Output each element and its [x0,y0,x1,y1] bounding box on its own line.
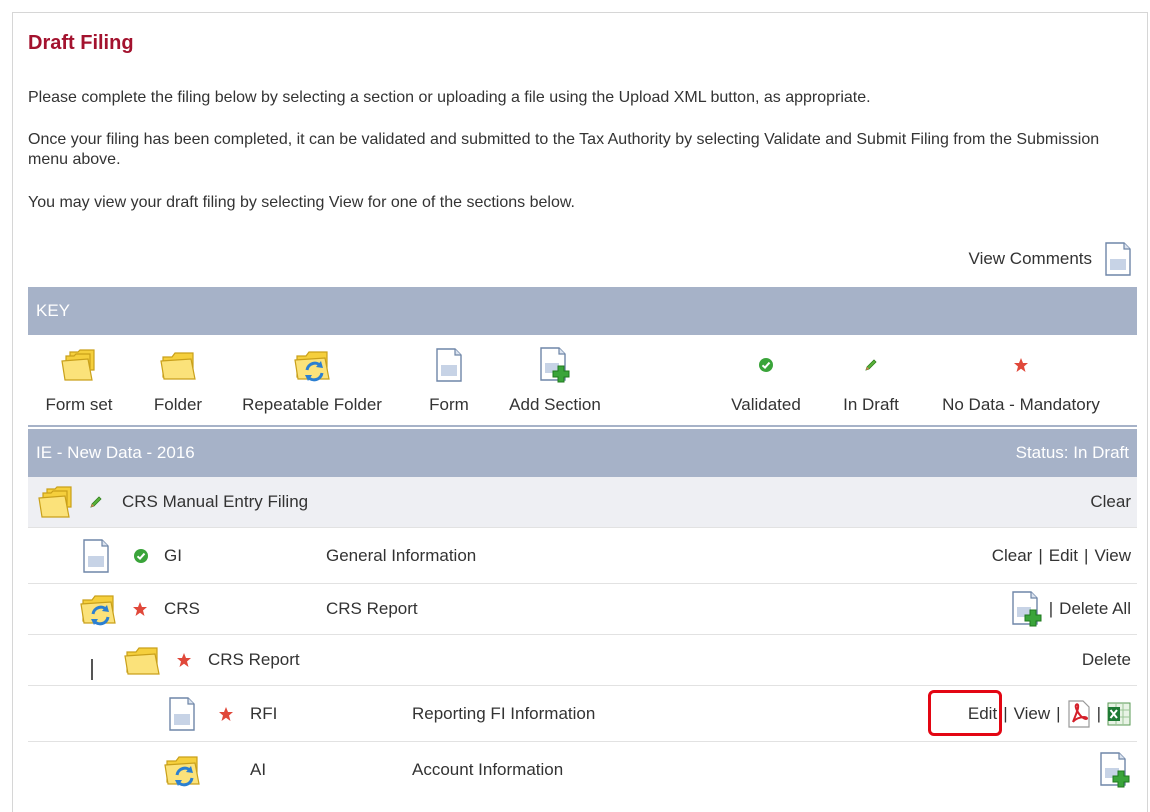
filing-name: IE - New Data - 2016 [36,443,195,462]
edit-link[interactable]: Edit [968,704,997,724]
add-section-icon [539,347,571,383]
view-link[interactable]: View [1094,546,1131,566]
key-header: KEY [28,287,1137,335]
form-set-icon [38,485,74,519]
key-item-add-section: Add Section [502,335,608,415]
filing-header: IE - New Data - 2016 Status: In Draft [28,429,1137,477]
root-actions: Clear [1090,492,1131,512]
pencil-icon [88,494,104,510]
form-set-icon [61,348,97,382]
separator: | [1038,545,1043,565]
star-icon [132,601,148,617]
key-label: No Data - Mandatory [942,395,1100,414]
section-code: CRS [164,599,200,618]
key-item-folder: Folder [140,335,216,415]
intro-text-3: You may view your draft filing by select… [28,194,575,211]
form-icon [435,348,463,382]
key-label: In Draft [843,395,899,414]
star-icon [218,706,234,722]
clear-link[interactable]: Clear [992,546,1033,566]
rfi-actions: Edit | View | | [968,700,1131,728]
pdf-icon[interactable] [1067,700,1091,728]
view-comments-button[interactable]: View Comments [969,242,1132,276]
separator: | [1084,545,1089,565]
folder-icon [124,643,160,677]
tree-row-ai: AI Account Information [28,742,1137,797]
key-label: Form set [45,395,113,414]
delete-all-link[interactable]: Delete All [1059,599,1131,619]
edit-link[interactable]: Edit [1049,546,1078,566]
separator: | [1003,703,1008,723]
page-title: Draft Filing [28,32,134,54]
repeatable-folder-icon [294,348,330,382]
tree-row-rfi: RFI Reporting FI Information Edit | View… [28,686,1137,742]
key-legend: Form set Folder Repeatable Folder Form A… [28,335,1137,427]
key-label: Validated [731,395,801,414]
repeatable-folder-icon [80,592,116,626]
gi-actions: Clear | Edit | View [992,546,1131,566]
comments-document-icon [1104,242,1132,276]
add-section-icon[interactable] [1099,752,1131,788]
section-code: RFI [250,703,278,723]
section-description: General Information [326,545,477,565]
key-label: Add Section [509,395,601,414]
form-icon [168,697,196,731]
validated-check-icon [758,357,774,373]
separator: | [1048,599,1054,618]
section-description: Account Information [412,759,564,779]
form-icon [82,539,110,573]
key-item-form-set: Form set [34,335,124,415]
clear-link[interactable]: Clear [1090,492,1131,512]
key-item-repeatable-folder: Repeatable Folder [234,335,390,415]
collapse-toggle[interactable] [91,659,93,680]
separator: | [1096,703,1101,723]
key-item-in-draft: In Draft [838,335,904,415]
add-section-icon[interactable] [1011,591,1043,627]
validated-check-icon [133,548,149,564]
separator: | [1056,703,1061,723]
pencil-icon [863,357,879,373]
star-icon [1013,357,1029,373]
filing-table: KEY Form set Folder Repeatable Folder Fo… [28,287,1137,797]
tree-row-crs-report: CRS Report Delete [28,635,1137,686]
key-item-no-data-mandatory: No Data - Mandatory [934,335,1108,415]
tree-row-gi: GI General Information Clear | Edit | Vi… [28,528,1137,584]
ai-actions [1099,752,1131,788]
folder-icon [160,348,196,382]
filing-status: Status: In Draft [1015,443,1129,462]
key-item-validated: Validated [724,335,808,415]
crs-actions: | Delete All [1011,591,1131,627]
tree-row-root: CRS Manual Entry Filing Clear [28,477,1137,528]
delete-link[interactable]: Delete [1082,650,1131,670]
view-link[interactable]: View [1014,704,1051,724]
intro-text-1: Please complete the filing below by sele… [28,89,871,106]
excel-icon[interactable] [1107,702,1131,726]
view-comments-label: View Comments [968,249,1092,268]
key-label: Folder [153,395,203,414]
star-icon [176,652,192,668]
root-label: CRS Manual Entry Filing [122,492,309,511]
crs-report-actions: Delete [1082,650,1131,670]
key-item-form: Form [420,335,478,415]
section-code: GI [164,545,182,565]
section-description: CRS Report [326,599,418,618]
tree-row-crs: CRS CRS Report | Delete All [28,584,1137,635]
section-description: Reporting FI Information [412,703,596,723]
section-code: AI [250,759,267,779]
key-label: Repeatable Folder [242,395,382,414]
intro-text-2: Once your filing has been completed, it … [28,131,1100,168]
repeatable-folder-icon [164,753,200,787]
key-label: Form [429,395,469,414]
folder-label: CRS Report [208,650,300,669]
